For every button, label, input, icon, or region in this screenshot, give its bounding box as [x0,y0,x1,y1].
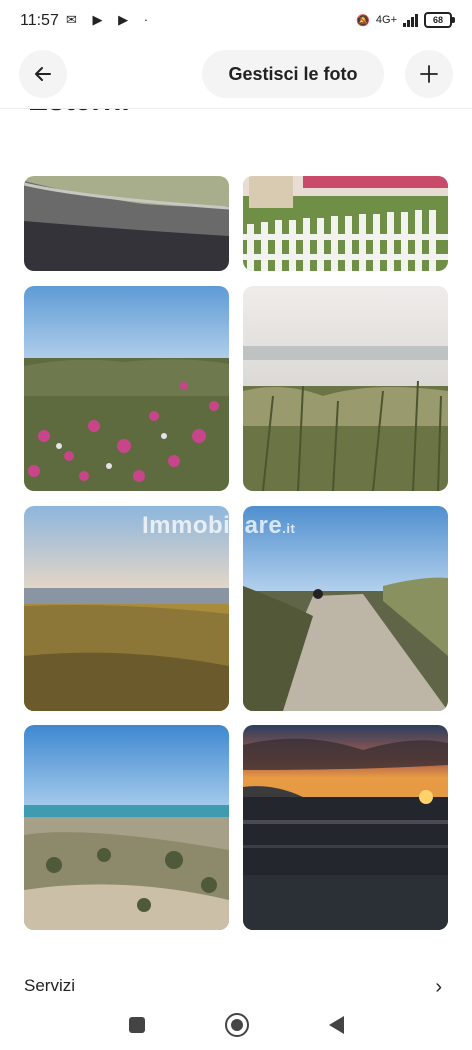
arrow-left-icon [35,67,51,81]
system-nav-bar [0,1000,472,1050]
circle-icon [230,1019,243,1031]
photo-sunset[interactable] [243,725,448,930]
battery-icon: 68 [424,12,455,28]
photo-pink-flowers[interactable] [24,286,229,491]
status-indicators: 🔕 4G+ 68 [356,12,455,28]
system-back-button[interactable] [328,1016,344,1034]
status-bar: 11:57 ✉ ▶ ▶ · 🔕 4G+ 68 [0,0,472,44]
notification-icons: ✉ ▶ ▶ · [66,12,155,27]
photo-grass-haze[interactable] [243,286,448,491]
watermark-text: Immobiliare [142,512,283,539]
top-app-bar: Gestisci le foto [0,44,472,109]
watermark-suffix: .it [282,521,296,536]
photo-dune-wall[interactable] [24,176,229,271]
status-time: 11:57 [20,12,59,29]
manage-photos-label: Gestisci le foto [228,63,358,84]
plus-icon [420,65,438,83]
recent-apps-button[interactable] [128,1017,145,1033]
home-button[interactable] [224,1013,249,1037]
battery-level: 68 [432,15,443,25]
back-button[interactable] [19,50,67,98]
network-type: 4G+ [375,14,397,26]
chevron-right-icon: › [435,976,442,998]
photo-beach-sky[interactable] [24,725,229,930]
signal-icon [403,13,418,27]
services-label: Servizi [24,976,76,995]
photo-garden-fence[interactable] [243,176,448,271]
add-button[interactable] [405,50,453,98]
manage-photos-button[interactable]: Gestisci le foto [202,50,384,98]
watermark-logo: Immobiliare.it [142,512,295,540]
mute-icon: 🔕 [356,14,370,27]
